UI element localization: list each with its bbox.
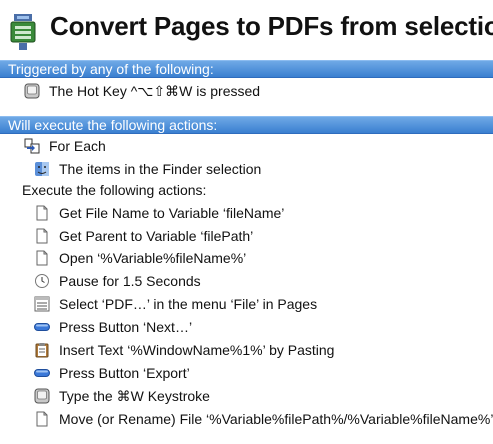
trigger-item-label: The Hot Key ^⌥⇧⌘W is pressed bbox=[49, 83, 261, 99]
step-label: Type the ⌘W Keystroke bbox=[59, 388, 210, 404]
menu-icon bbox=[34, 296, 50, 312]
step-label: Pause for 1.5 Seconds bbox=[59, 273, 201, 289]
for-each-icon bbox=[24, 138, 40, 154]
step-label: Press Button ‘Next…’ bbox=[59, 319, 193, 335]
keyboard-icon bbox=[34, 388, 50, 404]
macro-title: Convert Pages to PDFs from selection bbox=[50, 11, 493, 41]
step-label: Move (or Rename) File ‘%Variable%filePat… bbox=[59, 411, 493, 427]
macro-icon bbox=[9, 14, 37, 50]
button-icon bbox=[34, 365, 50, 381]
for-each-label: For Each bbox=[49, 138, 106, 154]
clipboard-icon bbox=[34, 342, 50, 358]
step-label: Open ‘%Variable%fileName%’ bbox=[59, 250, 247, 266]
macro-header: Convert Pages to PDFs from selection bbox=[0, 0, 493, 58]
button-icon bbox=[34, 319, 50, 335]
step-label: Select ‘PDF…’ in the menu ‘File’ in Page… bbox=[59, 296, 318, 312]
step-label: Press Button ‘Export’ bbox=[59, 365, 190, 381]
triggers-section-header: Triggered by any of the following: bbox=[0, 60, 493, 78]
collection-label: The items in the Finder selection bbox=[59, 161, 262, 177]
document-icon bbox=[34, 205, 50, 221]
step-label: Get Parent to Variable ‘filePath’ bbox=[59, 228, 254, 244]
clock-icon bbox=[34, 273, 50, 289]
step-label: Get File Name to Variable ‘fileName’ bbox=[59, 205, 285, 221]
step-label: Insert Text ‘%WindowName%1%’ by Pasting bbox=[59, 342, 335, 358]
document-icon bbox=[34, 411, 50, 427]
keyboard-icon bbox=[24, 83, 40, 99]
execute-actions-label: Execute the following actions: bbox=[22, 180, 206, 200]
document-icon bbox=[34, 228, 50, 244]
execute-label-text: Execute the following actions: bbox=[22, 182, 207, 198]
actions-section-header: Will execute the following actions: bbox=[0, 116, 493, 134]
finder-icon bbox=[34, 161, 50, 177]
document-icon bbox=[34, 250, 50, 266]
